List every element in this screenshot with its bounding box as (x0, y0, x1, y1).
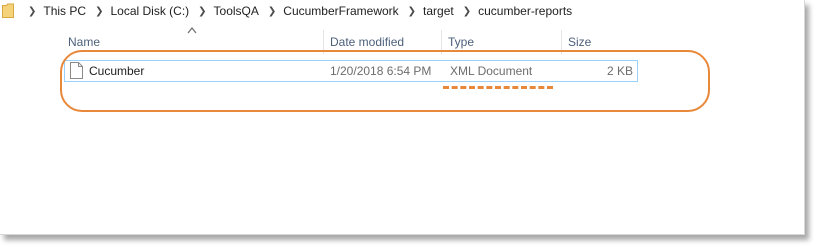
column-header-size[interactable]: Size (562, 30, 642, 54)
chevron-right-icon[interactable]: ❯ (192, 6, 210, 17)
annotation-dashed-underline (443, 86, 553, 89)
explorer-window: ❯ This PC ❯ Local Disk (C:) ❯ ToolsQA ❯ … (0, 0, 805, 235)
file-date-modified: 1/20/2018 6:54 PM (330, 64, 432, 78)
chevron-right-icon[interactable]: ❯ (22, 6, 40, 17)
chevron-right-icon[interactable]: ❯ (262, 6, 280, 17)
breadcrumb-item-toolsqa[interactable]: ToolsQA (211, 4, 262, 18)
address-bar[interactable]: ❯ This PC ❯ Local Disk (C:) ❯ ToolsQA ❯ … (0, 0, 804, 22)
chevron-right-icon[interactable]: ❯ (402, 6, 420, 17)
breadcrumb-item-target[interactable]: target (420, 4, 457, 18)
breadcrumb-item-cucumberframework[interactable]: CucumberFramework (280, 4, 401, 18)
column-header-type[interactable]: Type (442, 30, 562, 54)
breadcrumb-item-cucumber-reports[interactable]: cucumber-reports (475, 4, 575, 18)
column-header-name[interactable]: Name (62, 30, 324, 54)
breadcrumb-item-local-disk[interactable]: Local Disk (C:) (107, 4, 192, 18)
column-header-row: Name Date modified Type Size (62, 30, 642, 54)
breadcrumb: ❯ This PC ❯ Local Disk (C:) ❯ ToolsQA ❯ … (22, 0, 575, 22)
chevron-right-icon[interactable]: ❯ (457, 6, 475, 17)
folder-icon (2, 3, 14, 18)
file-type: XML Document (450, 64, 533, 78)
file-name: Cucumber (89, 64, 145, 78)
file-size: 2 KB (606, 64, 633, 78)
file-row[interactable]: Cucumber 1/20/2018 6:54 PM XML Document … (64, 60, 638, 82)
document-icon (70, 62, 83, 79)
column-header-date-modified[interactable]: Date modified (324, 30, 442, 54)
breadcrumb-item-this-pc[interactable]: This PC (40, 4, 89, 18)
chevron-right-icon[interactable]: ❯ (89, 6, 107, 17)
